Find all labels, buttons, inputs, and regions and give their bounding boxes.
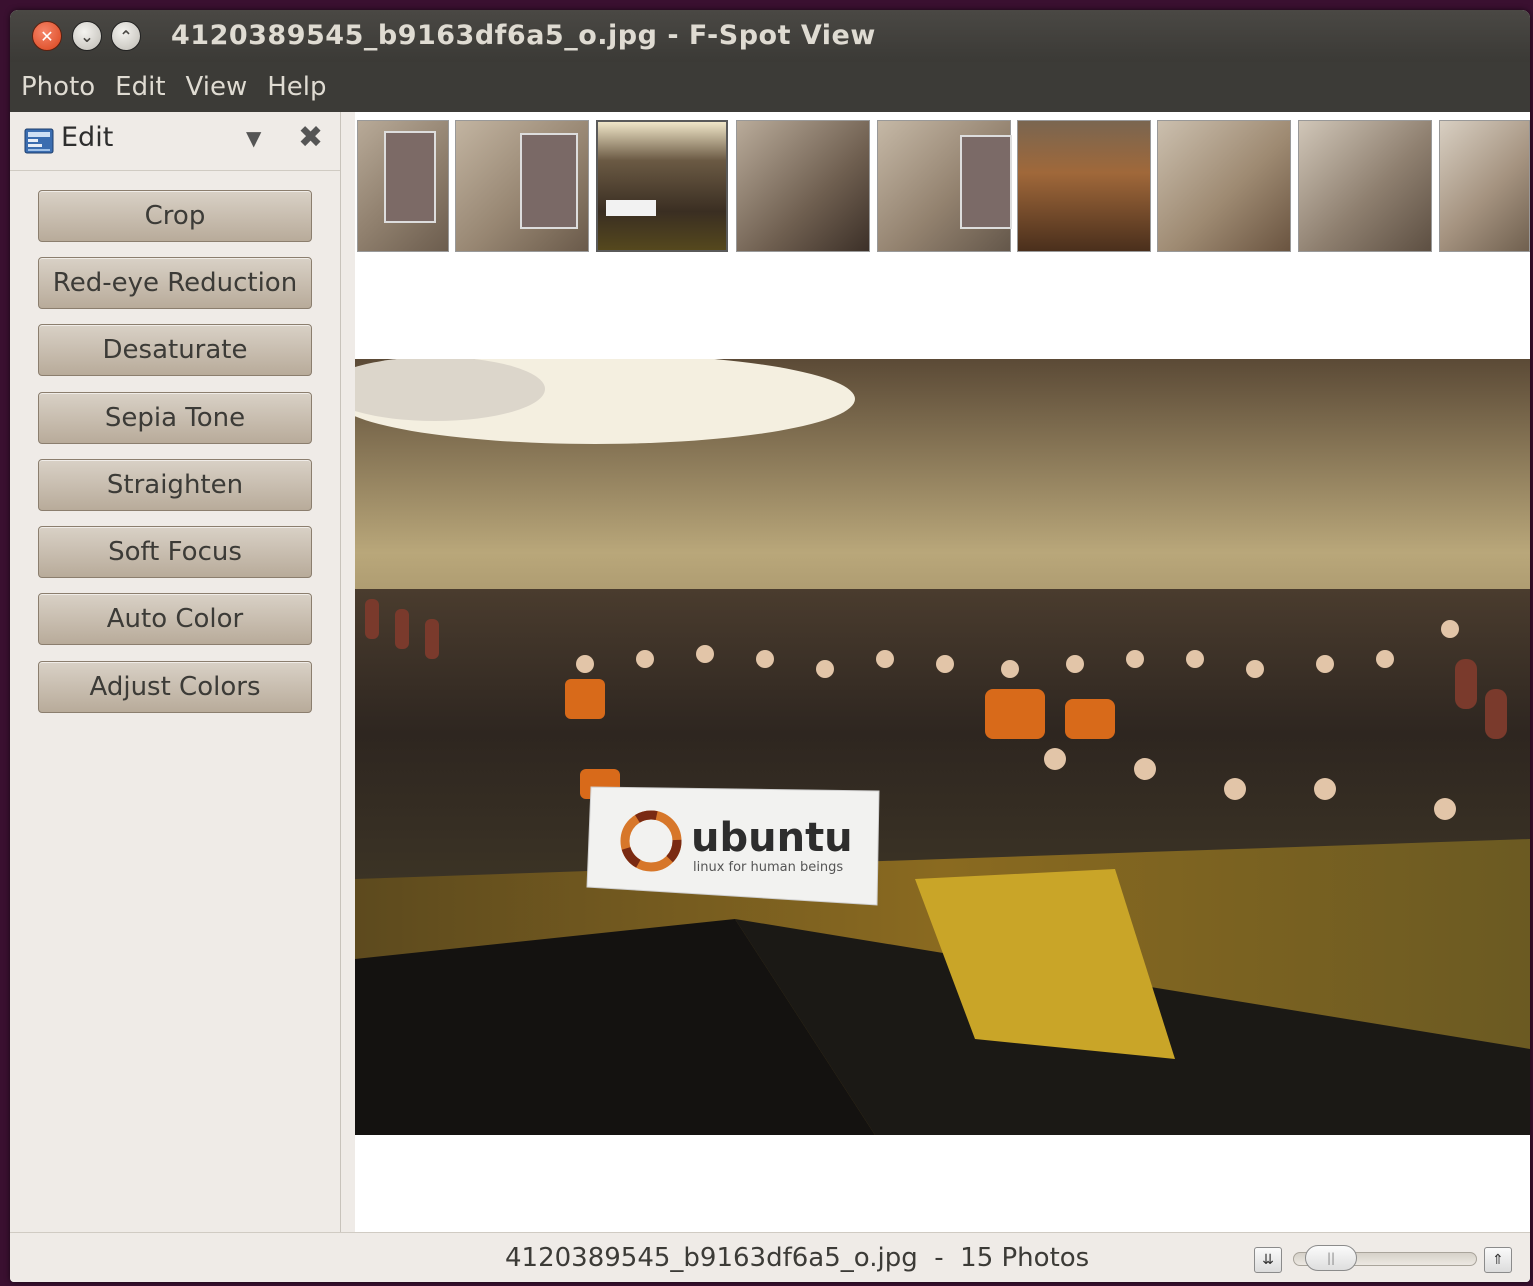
busts-shelf-thumbnail[interactable] [736, 120, 870, 252]
minimize-window-button[interactable]: ⌄ [72, 21, 102, 51]
zoom-in-icon: ⇑ [1492, 1252, 1504, 1268]
sidebar-dropdown-arrow-icon[interactable]: ▼ [246, 126, 261, 150]
easel-chair-thumbnail[interactable] [877, 120, 1012, 252]
easel-painting-2-thumbnail[interactable] [455, 120, 589, 252]
sepia-tone-button[interactable]: Sepia Tone [38, 392, 312, 444]
soft-focus-button[interactable]: Soft Focus [38, 526, 312, 578]
sidebar-title[interactable]: Edit [61, 122, 113, 153]
close-icon: ✕ [40, 26, 54, 46]
filmstrip[interactable] [355, 112, 1530, 263]
sidebar-close-icon[interactable]: ✖ [298, 120, 323, 155]
red-eye-reduction-button[interactable]: Red-eye Reduction [38, 257, 312, 309]
straighten-button[interactable]: Straighten [38, 459, 312, 511]
menu-help[interactable]: Help [257, 62, 336, 112]
photo-viewer[interactable]: ubuntu linux for human beings [355, 262, 1530, 1232]
easel-painting-thumbnail[interactable] [357, 120, 449, 252]
menu-bar: Photo Edit View Help [10, 62, 1530, 112]
shelf-artifacts-thumbnail[interactable] [1298, 120, 1432, 252]
adjust-colors-button[interactable]: Adjust Colors [38, 661, 312, 713]
maximize-window-button[interactable]: ⌃ [111, 21, 141, 51]
close-window-button[interactable]: ✕ [32, 21, 62, 51]
ubuntu-banner: ubuntu linux for human beings [586, 786, 880, 906]
room-corner-thumbnail[interactable] [1157, 120, 1291, 252]
auto-color-button[interactable]: Auto Color [38, 593, 312, 645]
menu-view[interactable]: View [176, 62, 258, 112]
main-photo: ubuntu linux for human beings [355, 359, 1530, 1135]
window-title: 4120389545_b9163df6a5_o.jpg - F-Spot Vie… [171, 20, 876, 51]
status-bar: 4120389545_b9163df6a5_o.jpg - 15 Photos … [10, 1232, 1530, 1282]
pottery-table-thumbnail[interactable] [1017, 120, 1151, 252]
chevron-down-icon: ⌄ [80, 26, 94, 46]
menu-photo[interactable]: Photo [10, 62, 105, 112]
menu-edit[interactable]: Edit [105, 62, 175, 112]
zoom-slider-handle[interactable]: || [1305, 1245, 1357, 1271]
zoom-out-icon: ⇊ [1262, 1252, 1274, 1268]
zoom-out-button[interactable]: ⇊ [1254, 1247, 1282, 1273]
crop-button[interactable]: Crop [38, 190, 312, 242]
banner-subtitle: linux for human beings [693, 860, 843, 875]
f-spot-window: ✕ ⌄ ⌃ 4120389545_b9163df6a5_o.jpg - F-Sp… [10, 10, 1530, 1282]
edit-sidebar: Edit ▼ ✖ Crop Red-eye Reduction Desatura… [10, 112, 341, 1232]
display-case-thumbnail[interactable] [1439, 120, 1530, 252]
title-bar[interactable]: ✕ ⌄ ⌃ 4120389545_b9163df6a5_o.jpg - F-Sp… [10, 10, 1530, 62]
sidebar-header: Edit ▼ ✖ [10, 112, 340, 171]
banner-title: ubuntu [691, 815, 853, 861]
desaturate-button[interactable]: Desaturate [38, 324, 312, 376]
status-text: 4120389545_b9163df6a5_o.jpg - 15 Photos [505, 1243, 1090, 1273]
group-photo-thumbnail[interactable] [596, 120, 728, 252]
zoom-in-button[interactable]: ⇑ [1484, 1247, 1512, 1273]
chevron-up-icon: ⌃ [119, 26, 133, 46]
group-photo-image: ubuntu linux for human beings [355, 359, 1530, 1135]
edit-panel-icon [24, 128, 54, 154]
